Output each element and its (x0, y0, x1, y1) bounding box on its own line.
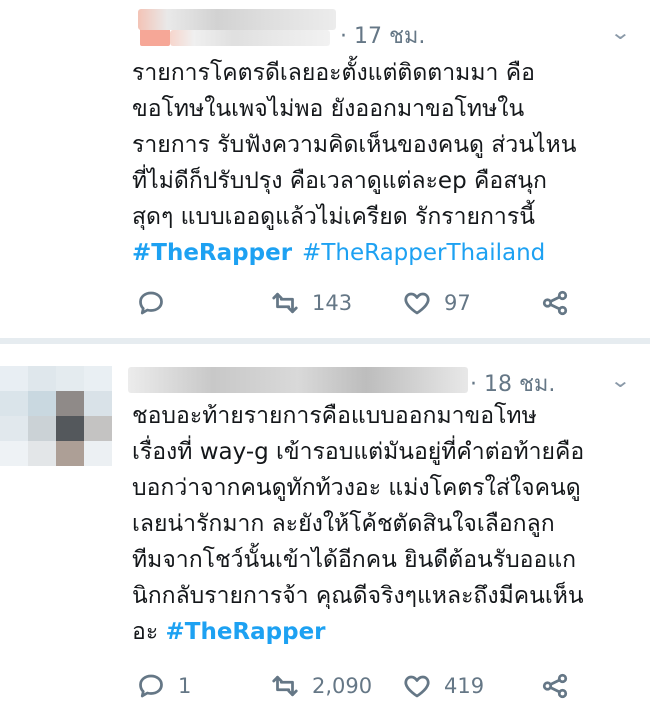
retweet-count: 143 (312, 291, 353, 315)
retweet-button[interactable]: 2,090 (270, 671, 372, 701)
tweet-text: รายการโคตรดีเลยอะตั้งแต่ติดตามมา คือ ขอโ… (132, 55, 642, 271)
share-button[interactable] (540, 288, 570, 318)
like-icon (404, 292, 430, 315)
tweet-2[interactable]: · 18 ชม. ⌄ ชอบอะท้ายรายการคือแบบออกมาขอโ… (0, 344, 650, 718)
reply-count: 1 (178, 674, 192, 698)
hashtag-link[interactable]: #TheRapperThailand (302, 240, 545, 266)
tweet-line: ชอบอะท้ายรายการคือแบบออกมาขอโทษ (132, 403, 537, 429)
hashtag-link[interactable]: #TheRapper (132, 240, 292, 266)
author-name-blurred[interactable] (128, 367, 468, 393)
tweet-line: สุดๆ แบบเออดูแล้วไม่เครียด รักรายการนี้ (132, 204, 535, 230)
hashtag-line: อะ #TheRapper (132, 614, 642, 650)
retweet-icon (272, 675, 298, 697)
tweet-line: ขอโทษในเพจไม่พอ ยังออกมาขอโทษใน (132, 96, 525, 122)
share-icon (542, 673, 568, 699)
tweet-line: บอกว่าจากคนดูทักท้วงอะ แม่งโคตรใส่ใจคนดู (132, 475, 581, 501)
tweet-text: ชอบอะท้ายรายการคือแบบออกมาขอโทษ เรื่องที… (132, 398, 642, 650)
share-button[interactable] (540, 671, 570, 701)
tweet-time[interactable]: · 17 ชม. (340, 18, 425, 53)
retweet-button[interactable]: 143 (270, 288, 352, 318)
share-icon (542, 290, 568, 316)
author-handle-blurred (170, 30, 330, 46)
tweet-line: รายการ รับฟังความคิดเห็นของคนดู ส่วนไหน (132, 132, 577, 158)
tweet-actions: 143 97 (132, 288, 642, 318)
avatar[interactable] (140, 28, 170, 46)
hashtag-link[interactable]: #TheRapper (165, 619, 325, 645)
like-count: 419 (444, 674, 485, 698)
tweet-line: เรื่องที่ way-g เข้ารอบแต่มันอยู่ที่คำต่… (132, 439, 585, 465)
reply-button[interactable]: 1 (136, 671, 191, 701)
like-count: 97 (444, 291, 471, 315)
chevron-down-icon[interactable]: ⌄ (609, 20, 631, 44)
hashtag-line: #TheRapper #TheRapperThailand (132, 235, 642, 271)
tweet-line: เลยน่ารักมาก ละยังให้โค้ชตัดสินใจเลือกลู… (132, 511, 555, 537)
tweet-time[interactable]: · 18 ชม. (470, 366, 555, 401)
tweet-actions: 1 2,090 419 (132, 671, 642, 701)
tweet-line: นิกกลับรายการจ้า คุณดีจริงๆแหละถึงมีคนเห… (132, 583, 584, 609)
tweet-line: ทีมจากโชว์นั้นเข้าได้อีกคน ยินดีต้อนรับอ… (132, 547, 577, 573)
reply-icon (139, 291, 163, 315)
chevron-down-icon[interactable]: ⌄ (609, 368, 631, 392)
tweet-line: รายการโคตรดีเลยอะตั้งแต่ติดตามมา คือ (132, 60, 535, 86)
reply-icon (139, 674, 163, 698)
retweet-count: 2,090 (312, 674, 373, 698)
reply-button[interactable] (136, 288, 166, 318)
like-icon (404, 675, 430, 698)
tweet-line: อะ (132, 619, 159, 645)
like-button[interactable]: 97 (402, 288, 471, 318)
tweet-1[interactable]: · 17 ชม. ⌄ รายการโคตรดีเลยอะตั้งแต่ติดตา… (0, 0, 650, 338)
tweet-line: ที่ไม่ดีก็ปรับปรุง คือเวลาดูแต่ละep คือส… (132, 168, 547, 194)
retweet-icon (272, 292, 298, 314)
like-button[interactable]: 419 (402, 671, 484, 701)
author-name-blurred[interactable] (138, 9, 336, 30)
